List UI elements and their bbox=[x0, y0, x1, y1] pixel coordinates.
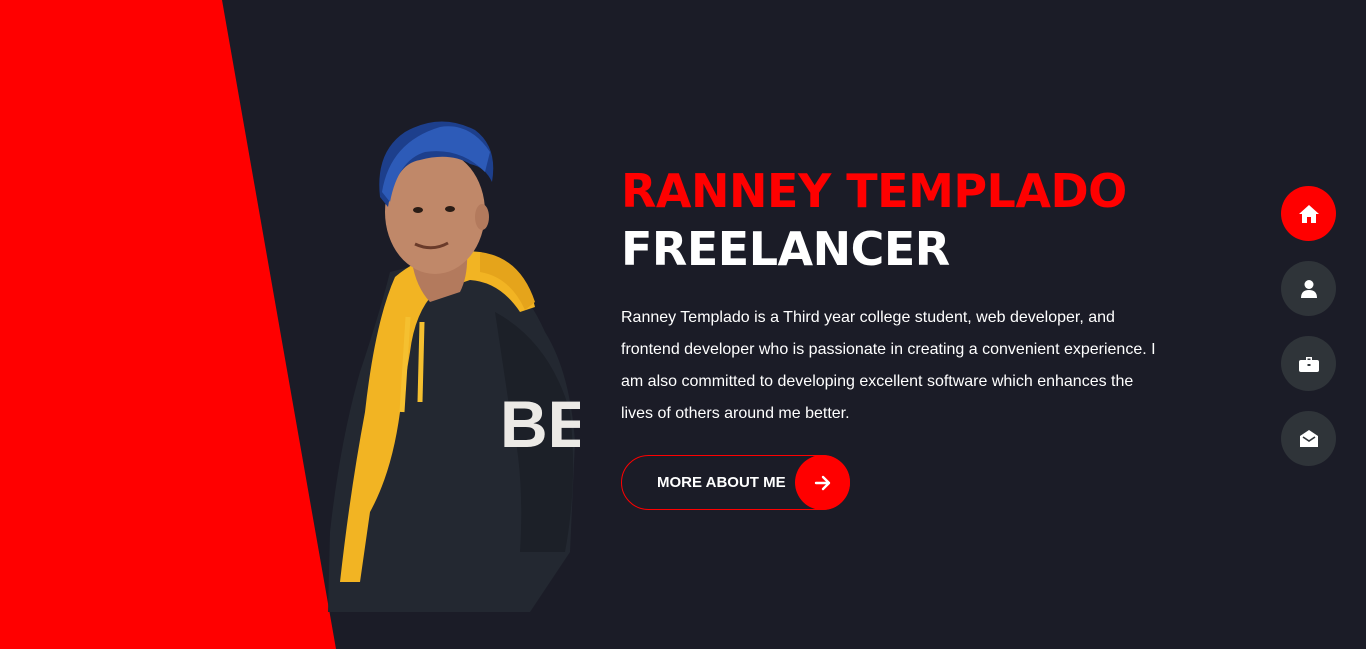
nav-portfolio-button[interactable] bbox=[1281, 336, 1336, 391]
red-diagonal-background bbox=[0, 0, 336, 649]
more-about-me-label: MORE ABOUT ME bbox=[657, 474, 786, 491]
hero-section: RANNEY TEMPLADO FREELANCER Ranney Templa… bbox=[621, 162, 1181, 430]
home-icon bbox=[1298, 204, 1319, 223]
nav-home-button[interactable] bbox=[1281, 186, 1336, 241]
more-about-me-button[interactable]: MORE ABOUT ME bbox=[621, 455, 850, 510]
side-nav bbox=[1281, 186, 1336, 466]
hero-name: RANNEY TEMPLADO bbox=[621, 164, 1127, 218]
nav-contact-button[interactable] bbox=[1281, 411, 1336, 466]
envelope-open-icon bbox=[1299, 430, 1318, 447]
hero-role: FREELANCER bbox=[621, 222, 950, 276]
user-icon bbox=[1300, 279, 1317, 298]
briefcase-icon bbox=[1298, 356, 1319, 372]
profile-photo: BE bbox=[328, 121, 580, 612]
hero-bio: Ranney Templado is a Third year college … bbox=[621, 309, 1156, 422]
nav-about-button[interactable] bbox=[1281, 261, 1336, 316]
shirt-print: BE bbox=[500, 387, 580, 461]
arrow-right-icon bbox=[795, 455, 850, 510]
